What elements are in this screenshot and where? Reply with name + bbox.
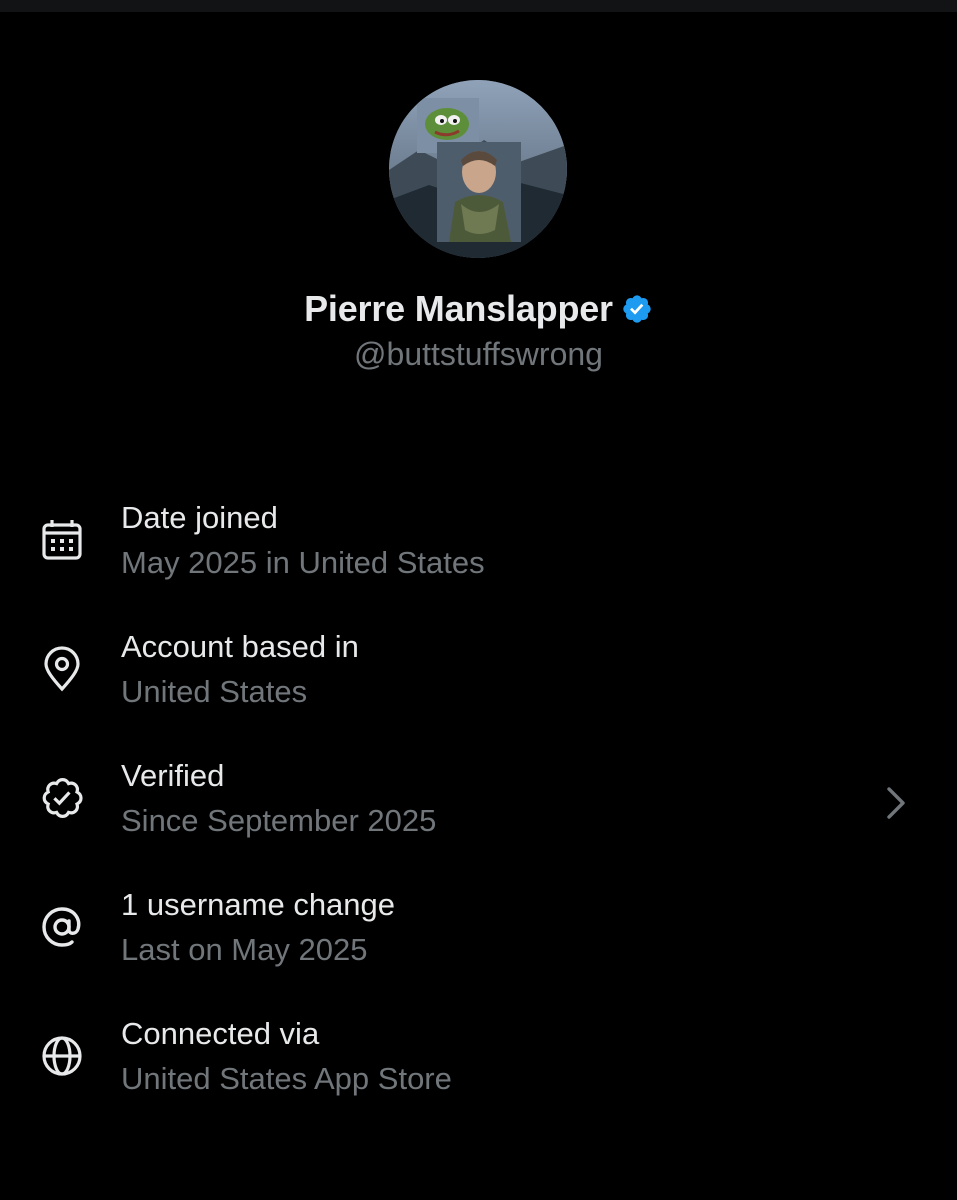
- display-name: Pierre Manslapper: [304, 288, 613, 329]
- status-bar-strip: [0, 0, 957, 12]
- row-subtitle: United States: [121, 674, 308, 709]
- chevron-right-icon[interactable]: [878, 786, 914, 822]
- row-subtitle: Since September 2025: [121, 803, 437, 838]
- row-title: Account based in: [121, 629, 359, 664]
- row-title: Connected via: [121, 1016, 320, 1051]
- avatar[interactable]: [389, 80, 567, 258]
- at-sign-icon: [38, 903, 86, 951]
- profile-header: Pierre Manslapper @buttstuffswrong: [0, 284, 957, 373]
- name-row: Pierre Manslapper: [304, 284, 653, 334]
- verified-badge-icon: [621, 293, 653, 325]
- info-row-username-change: 1 username change Last on May 2025: [0, 867, 957, 996]
- info-row-account-based-in: Account based in United States: [0, 609, 957, 738]
- row-subtitle: May 2025 in United States: [121, 545, 485, 580]
- handle: @buttstuffswrong: [354, 336, 603, 372]
- info-row-verified[interactable]: Verified Since September 2025: [0, 738, 957, 867]
- row-title: Verified: [121, 758, 225, 793]
- row-subtitle: United States App Store: [121, 1061, 452, 1096]
- info-row-connected-via: Connected via United States App Store: [0, 996, 957, 1125]
- avatar-image: [389, 80, 567, 258]
- calendar-icon: [38, 516, 86, 564]
- about-account-list: Date joined May 2025 in United States Ac…: [0, 480, 957, 1125]
- info-row-date-joined: Date joined May 2025 in United States: [0, 480, 957, 609]
- row-title: Date joined: [121, 500, 278, 535]
- row-title: 1 username change: [121, 887, 396, 922]
- verified-seal-icon: [38, 774, 86, 822]
- globe-icon: [38, 1032, 86, 1080]
- row-subtitle: Last on May 2025: [121, 932, 368, 967]
- location-pin-icon: [38, 645, 86, 693]
